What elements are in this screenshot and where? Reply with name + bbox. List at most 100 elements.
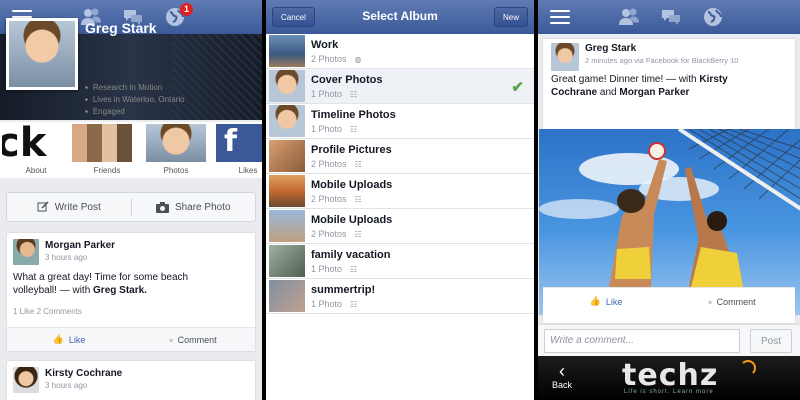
friend-requests-icon[interactable] [618,6,640,28]
comment-label: Comment [716,296,756,307]
top-bar [538,0,800,34]
thumbs-up-icon: 👍 [589,296,601,306]
tile-label-about: About [25,166,47,175]
post-text-part: and [597,87,620,98]
album-row[interactable]: Mobile Uploads 2 Photos ☷ [266,174,534,209]
album-row[interactable]: Profile Pictures 2 Photos ☷ [266,139,534,174]
comment-button[interactable]: ▫ Comment [131,328,255,351]
album-count-text: 2 Photos [311,159,347,169]
album-name: Timeline Photos [311,109,396,121]
album-count: 1 Photo ☷ [311,89,357,99]
album-row[interactable]: Work 2 Photos ◍ [266,34,534,69]
globe-icon[interactable] [702,6,724,28]
album-list: Work 2 Photos ◍ Cover Photos 1 Photo ☷ ✔ Timeli… [266,34,534,314]
camera-icon [155,201,169,213]
post-meta[interactable]: 1 Like 2 Comments [13,307,82,316]
friends-icon: ☷ [354,195,362,204]
avatar[interactable] [13,239,39,265]
album-row[interactable]: Timeline Photos 1 Photo ☷ [266,104,534,139]
profile-avatar[interactable] [6,18,78,90]
album-count: 1 Photo ☷ [311,124,357,134]
like-button[interactable]: 👍 Like [7,328,131,351]
comment-icon: ▫ [708,296,712,307]
post-text: Great game! Dinner time! — with Kirsty C… [551,73,728,99]
avatar[interactable] [551,43,579,71]
profile-name: Greg Stark [85,20,157,36]
post-detail-screen: Greg Stark 2 minutes ago via Facebook fo… [538,0,800,400]
back-label: Back [552,380,573,390]
write-post-label: Write Post [54,201,101,213]
tile-label-photos: Photos [163,166,189,175]
back-button[interactable]: ‹ Back [552,362,572,390]
album-count: 1 Photo ☷ [311,264,357,274]
album-thumbnail [269,245,305,277]
friends-icon: ☷ [350,125,358,134]
messages-icon[interactable] [660,6,682,28]
comment-button[interactable]: ▫ Comment [669,288,795,315]
post-author[interactable]: Kirsty Cochrane [45,368,122,379]
album-count: 2 Photos ☷ [311,229,362,239]
post-text-line1: What a great day! Time for some beach [13,272,189,283]
share-photo-button[interactable]: Share Photo [132,193,256,221]
friends-icon: ☷ [354,160,362,169]
post-comment-button[interactable]: Post [750,329,792,353]
post-author[interactable]: Morgan Parker [45,240,115,251]
album-name: Cover Photos [311,74,383,86]
comment-input[interactable]: Write a comment... [544,329,740,353]
friends-tile[interactable] [72,124,132,162]
tile-label-friends: Friends [93,166,121,175]
album-name: summertrip! [311,284,376,296]
composer-actions: Write Post Share Photo [6,192,256,222]
album-row[interactable]: Cover Photos 1 Photo ☷ ✔ [266,69,534,104]
album-count: 2 Photos ◍ [311,54,362,64]
profile-screen: 1 Greg Stark Research In Motion Lives in… [0,0,262,400]
post-detail-card: Greg Stark 2 minutes ago via Facebook fo… [539,38,800,324]
write-post-button[interactable]: Write Post [7,193,131,221]
avatar[interactable] [13,367,39,393]
like-button[interactable]: 👍 Like [543,288,669,315]
post-author[interactable]: Greg Stark [585,43,636,54]
tagged-user[interactable]: Kirsty [699,74,727,85]
post-time: 3 hours ago [45,381,88,390]
notifications-button[interactable]: 1 [164,3,193,33]
tagged-user[interactable]: Greg Stark. [93,285,147,296]
album-count-text: 1 Photo [311,89,343,99]
tagged-user[interactable]: Cochrane [551,87,597,98]
profile-info: Research In Motion Lives in Waterloo, On… [85,82,185,118]
comment-bar: Write a comment... Post [538,324,800,356]
album-name: Work [311,39,339,51]
album-row[interactable]: summertrip! 1 Photo ☷ [266,279,534,314]
feed-post: Kirsty Cochrane 3 hours ago [6,360,256,400]
feed-post: Morgan Parker 3 hours ago What a great d… [6,232,256,352]
pencil-icon [37,201,49,212]
checkmark-icon: ✔ [511,79,524,96]
select-album-screen: Cancel Select Album New Work 2 Photos ◍ Cov… [266,0,534,400]
comment-icon: ▫ [169,334,173,345]
album-count: 2 Photos ☷ [311,159,362,169]
new-album-button[interactable]: New [493,7,528,27]
post-text-line2: volleyball! — with [13,285,94,296]
album-row[interactable]: family vacation 1 Photo ☷ [266,244,534,279]
album-row[interactable]: Mobile Uploads 2 Photos ☷ [266,209,534,244]
profile-status: Engaged [85,106,185,118]
album-count-text: 1 Photo [311,299,343,309]
post-text-part: Great game! Dinner time! — with [551,74,700,85]
post-actions: 👍 Like ▫ Comment [7,327,255,351]
likes-tile[interactable]: f [216,124,262,162]
friends-icon: ☷ [350,265,358,274]
bottom-action-bar: ‹ Back techz Life is short. Learn more [538,356,800,400]
watermark-logo: techz [622,358,719,393]
profile-tiles: ck f About Friends Photos Likes [0,122,262,178]
about-tile[interactable]: ck [2,124,62,162]
menu-icon[interactable] [550,10,570,24]
like-label: Like [605,296,623,307]
tagged-user[interactable]: Morgan Parker [619,87,689,98]
chevron-left-icon: ‹ [559,361,565,381]
album-name: Mobile Uploads [311,214,393,226]
album-thumbnail [269,210,305,242]
profile-location: Lives in Waterloo, Ontario [85,94,185,106]
album-count-text: 2 Photos [311,229,347,239]
photos-tile[interactable] [146,124,206,162]
globe-icon: ◍ [354,55,362,64]
album-count-text: 2 Photos [311,194,347,204]
